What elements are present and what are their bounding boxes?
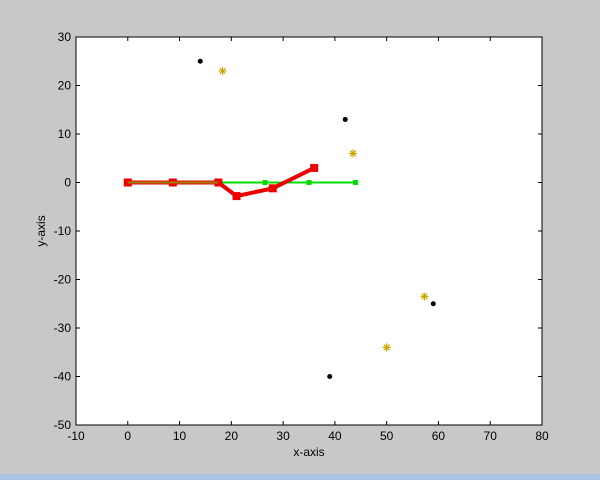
chart: -10 0 10 20 30 40 50 60 70 803020100-10-20-30-40-… <box>34 30 549 459</box>
plot-area <box>75 36 543 426</box>
y-tick-label: -10 <box>54 224 72 238</box>
star-marker <box>382 343 391 352</box>
y-tick-label: 0 <box>64 176 71 190</box>
square-marker <box>353 180 359 185</box>
x-tick-label: 10 <box>173 429 187 443</box>
y-axis-label: y-axis <box>34 215 48 246</box>
y-tick-label: -50 <box>54 418 72 432</box>
x-tick-label: 30 <box>276 429 290 443</box>
square-marker <box>268 184 277 193</box>
x-tick-label: 50 <box>380 429 394 443</box>
figure-window: -10 0 10 20 30 40 50 60 70 80 30 20 10 0 -10 -20 -30 -40-… <box>0 0 600 480</box>
x-tick-label: 20 <box>225 429 239 443</box>
x-tick-label: 70 <box>484 429 498 443</box>
y-tick-label: 30 <box>58 30 72 44</box>
y-tick-label: -40 <box>54 370 72 384</box>
taskbar-edge <box>0 474 600 480</box>
y-tick-label: 20 <box>58 79 72 93</box>
square-marker <box>306 180 312 185</box>
dot-marker <box>430 301 436 307</box>
x-tick-label: 0 <box>124 429 131 443</box>
y-tick-label: -30 <box>54 321 72 335</box>
y-tick-label: -20 <box>54 273 72 287</box>
dot-marker <box>342 116 348 122</box>
x-axis-label: x-axis <box>293 445 324 459</box>
square-marker <box>262 180 268 185</box>
star-marker <box>420 292 429 301</box>
square-marker <box>310 163 319 172</box>
y-tick-label: 10 <box>58 127 72 141</box>
x-tick-label: 40 <box>328 429 342 443</box>
square-marker <box>232 192 241 201</box>
x-tick-label: 60 <box>432 429 446 443</box>
dot-marker <box>327 374 333 379</box>
x-tick-label: 80 <box>535 429 549 443</box>
dot-marker <box>197 58 203 64</box>
